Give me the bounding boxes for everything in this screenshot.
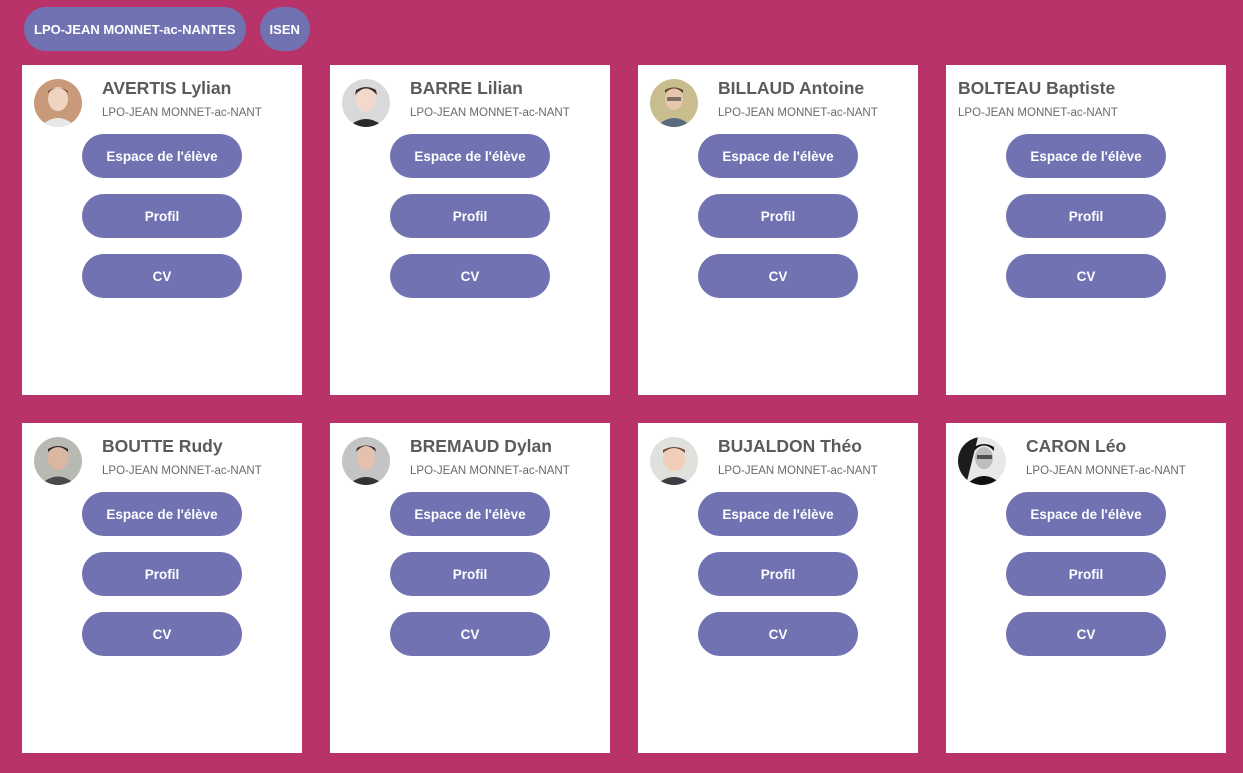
profile-button[interactable]: Profil	[698, 552, 858, 596]
student-card: BILLAUD Antoine LPO-JEAN MONNET-ac-NANTE…	[638, 65, 918, 395]
school-filter-bar: LPO-JEAN MONNET-ac-NANTES ISEN	[24, 7, 310, 51]
student-avatar	[34, 437, 82, 485]
student-avatar	[342, 79, 390, 127]
student-card: BUJALDON Théo LPO-JEAN MONNET-ac-NANTES …	[638, 423, 918, 753]
student-space-button[interactable]: Espace de l'élève	[698, 492, 858, 536]
student-avatar	[34, 79, 82, 127]
student-name: CARON Léo	[1026, 436, 1127, 456]
student-card: BARRE Lilian LPO-JEAN MONNET-ac-NANTES E…	[330, 65, 610, 395]
student-card: CARON Léo LPO-JEAN MONNET-ac-NANTES Espa…	[946, 423, 1226, 753]
filter-isen[interactable]: ISEN	[259, 7, 310, 51]
student-grid: AVERTIS Lylian LPO-JEAN MONNET-ac-NANTES…	[22, 65, 1226, 753]
cv-button[interactable]: CV	[390, 254, 550, 298]
student-space-button[interactable]: Espace de l'élève	[390, 134, 550, 178]
cv-button[interactable]: CV	[1006, 612, 1166, 656]
profile-button[interactable]: Profil	[82, 194, 242, 238]
student-name: AVERTIS Lylian	[102, 78, 232, 98]
student-school: LPO-JEAN MONNET-ac-NANTES	[410, 465, 570, 477]
student-avatar	[650, 79, 698, 127]
student-name: BREMAUD Dylan	[410, 436, 552, 456]
student-card: AVERTIS Lylian LPO-JEAN MONNET-ac-NANTES…	[22, 65, 302, 395]
cv-button[interactable]: CV	[1006, 254, 1166, 298]
cv-button[interactable]: CV	[390, 612, 550, 656]
student-avatar	[342, 437, 390, 485]
cv-button[interactable]: CV	[698, 612, 858, 656]
student-school: LPO-JEAN MONNET-ac-NANTES	[718, 465, 878, 477]
student-card: BREMAUD Dylan LPO-JEAN MONNET-ac-NANTES …	[330, 423, 610, 753]
student-space-button[interactable]: Espace de l'élève	[390, 492, 550, 536]
student-space-button[interactable]: Espace de l'élève	[1006, 134, 1166, 178]
student-name: BOUTTE Rudy	[102, 436, 223, 456]
profile-button[interactable]: Profil	[698, 194, 858, 238]
student-school: LPO-JEAN MONNET-ac-NANTES	[1026, 465, 1186, 477]
student-school: LPO-JEAN MONNET-ac-NANTES	[102, 107, 262, 119]
student-school: LPO-JEAN MONNET-ac-NANTES	[102, 465, 262, 477]
filter-lpo-jean-monnet[interactable]: LPO-JEAN MONNET-ac-NANTES	[24, 7, 246, 51]
student-space-button[interactable]: Espace de l'élève	[82, 492, 242, 536]
student-name: BILLAUD Antoine	[718, 78, 865, 98]
cv-button[interactable]: CV	[82, 254, 242, 298]
student-school: LPO-JEAN MONNET-ac-NANTES	[958, 107, 1118, 119]
student-name: BOLTEAU Baptiste	[958, 78, 1116, 98]
student-avatar	[958, 437, 1006, 485]
profile-button[interactable]: Profil	[390, 552, 550, 596]
student-card: BOUTTE Rudy LPO-JEAN MONNET-ac-NANTES Es…	[22, 423, 302, 753]
profile-button[interactable]: Profil	[1006, 552, 1166, 596]
profile-button[interactable]: Profil	[1006, 194, 1166, 238]
student-card: BOLTEAU Baptiste LPO-JEAN MONNET-ac-NANT…	[946, 65, 1226, 395]
profile-button[interactable]: Profil	[82, 552, 242, 596]
student-avatar	[650, 437, 698, 485]
student-space-button[interactable]: Espace de l'élève	[82, 134, 242, 178]
student-school: LPO-JEAN MONNET-ac-NANTES	[718, 107, 878, 119]
student-space-button[interactable]: Espace de l'élève	[1006, 492, 1166, 536]
student-space-button[interactable]: Espace de l'élève	[698, 134, 858, 178]
student-name: BARRE Lilian	[410, 78, 523, 98]
student-school: LPO-JEAN MONNET-ac-NANTES	[410, 107, 570, 119]
cv-button[interactable]: CV	[698, 254, 858, 298]
cv-button[interactable]: CV	[82, 612, 242, 656]
student-name: BUJALDON Théo	[718, 436, 862, 456]
profile-button[interactable]: Profil	[390, 194, 550, 238]
